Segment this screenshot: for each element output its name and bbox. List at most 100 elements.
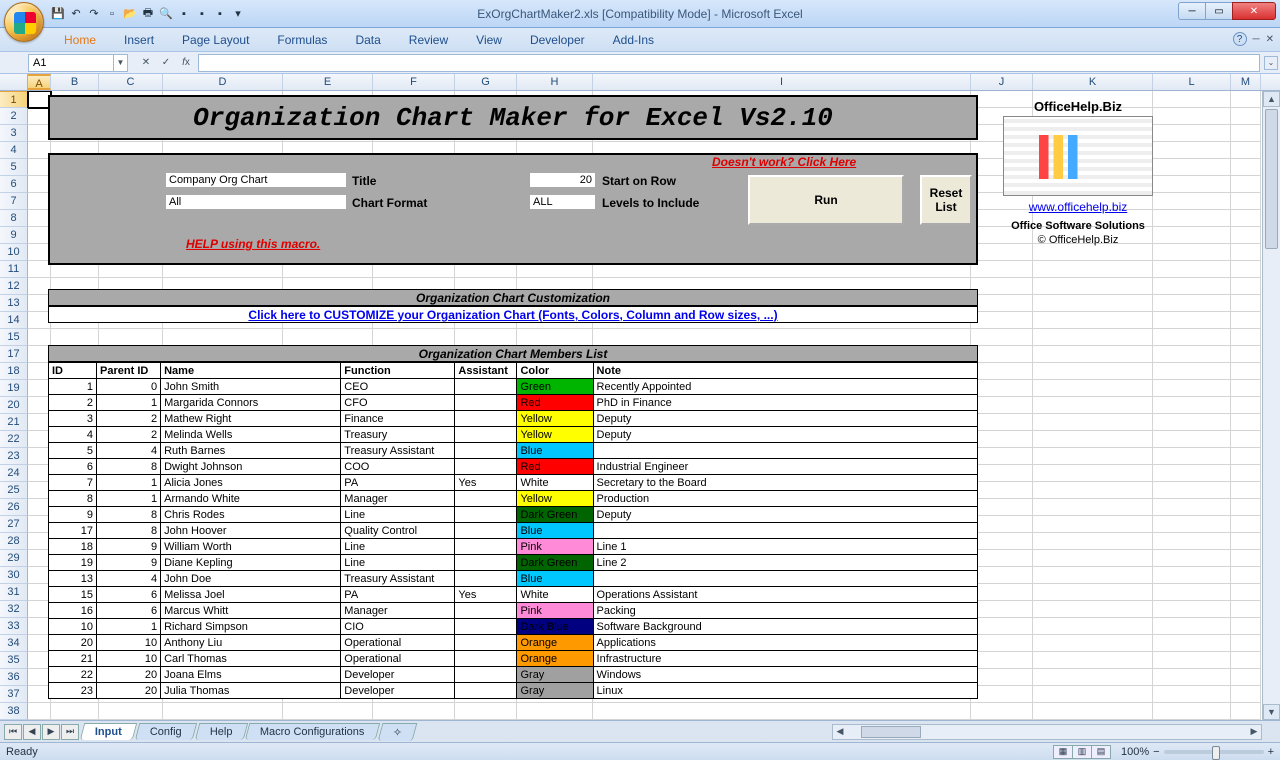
cell[interactable] <box>373 329 455 346</box>
cell[interactable] <box>1153 516 1231 533</box>
ribbon-tab-add-ins[interactable]: Add-Ins <box>599 29 668 51</box>
scroll-right-icon[interactable]: ▶ <box>1247 725 1261 739</box>
cell[interactable] <box>1231 669 1261 686</box>
expand-formula-bar-icon[interactable]: ⌄ <box>1264 56 1278 70</box>
cell[interactable] <box>593 329 971 346</box>
cell[interactable] <box>1153 431 1231 448</box>
cell[interactable] <box>1153 278 1231 295</box>
scroll-up-icon[interactable]: ▲ <box>1263 91 1280 107</box>
cell[interactable] <box>971 618 1033 635</box>
row-header[interactable]: 13 <box>0 295 28 312</box>
row-header[interactable]: 30 <box>0 567 28 584</box>
cell[interactable] <box>1231 346 1261 363</box>
row-header[interactable]: 8 <box>0 210 28 227</box>
cell[interactable] <box>1231 482 1261 499</box>
cell[interactable] <box>1033 397 1153 414</box>
levels-input[interactable] <box>530 195 595 209</box>
cell[interactable] <box>1153 397 1231 414</box>
qat-icon[interactable]: ▪ <box>176 6 192 22</box>
cell[interactable] <box>1033 448 1153 465</box>
vertical-scrollbar[interactable]: ▲ ▼ <box>1262 91 1280 720</box>
row-header[interactable]: 6 <box>0 176 28 193</box>
col-header-I[interactable]: I <box>593 74 971 90</box>
cell[interactable] <box>1153 91 1231 108</box>
open-icon[interactable]: 📂 <box>122 6 138 22</box>
row-header[interactable]: 2 <box>0 108 28 125</box>
cell[interactable] <box>971 244 1033 261</box>
table-row[interactable]: 42Melinda WellsTreasuryYellowDeputy <box>49 427 978 443</box>
cell[interactable] <box>1231 567 1261 584</box>
format-input[interactable] <box>166 195 346 209</box>
cell[interactable] <box>1231 210 1261 227</box>
table-row[interactable]: 71Alicia JonesPAYesWhiteSecretary to the… <box>49 475 978 491</box>
row-header[interactable]: 7 <box>0 193 28 210</box>
cell[interactable] <box>1231 516 1261 533</box>
cell[interactable] <box>28 329 51 346</box>
cell[interactable] <box>51 703 99 720</box>
cell[interactable] <box>51 329 99 346</box>
cell[interactable] <box>1153 686 1231 703</box>
row-header[interactable]: 11 <box>0 261 28 278</box>
cell[interactable] <box>971 295 1033 312</box>
brand-url-link[interactable]: www.officehelp.biz <box>1029 200 1128 214</box>
cell[interactable] <box>971 669 1033 686</box>
cell[interactable] <box>1231 312 1261 329</box>
cell[interactable] <box>1033 312 1153 329</box>
row-header[interactable]: 9 <box>0 227 28 244</box>
col-header-L[interactable]: L <box>1153 74 1231 90</box>
cell[interactable] <box>1153 346 1231 363</box>
tab-first-icon[interactable]: ⏮ <box>4 724 22 740</box>
scroll-down-icon[interactable]: ▼ <box>1263 704 1280 720</box>
cell[interactable] <box>1231 193 1261 210</box>
row-header[interactable]: 38 <box>0 703 28 720</box>
tab-next-icon[interactable]: ▶ <box>42 724 60 740</box>
cell[interactable] <box>1033 584 1153 601</box>
cell[interactable] <box>1231 448 1261 465</box>
cell[interactable] <box>1231 159 1261 176</box>
worksheet-grid[interactable]: ABCDEFGHIJKLM 12345678910111213141517181… <box>0 74 1280 720</box>
cell[interactable] <box>1033 669 1153 686</box>
col-header-J[interactable]: J <box>971 74 1033 90</box>
cell[interactable] <box>1231 295 1261 312</box>
cell[interactable] <box>1153 533 1231 550</box>
row-header[interactable]: 37 <box>0 686 28 703</box>
col-header-M[interactable]: M <box>1231 74 1261 90</box>
print-icon[interactable]: 🖶 <box>140 6 156 22</box>
cell[interactable] <box>1033 244 1153 261</box>
cell[interactable] <box>1231 142 1261 159</box>
cell[interactable] <box>517 329 593 346</box>
row-header[interactable]: 27 <box>0 516 28 533</box>
row-header[interactable]: 12 <box>0 278 28 295</box>
cell[interactable] <box>1231 499 1261 516</box>
table-row[interactable]: 189William WorthLinePinkLine 1 <box>49 539 978 555</box>
cell[interactable] <box>1153 142 1231 159</box>
cell[interactable] <box>971 635 1033 652</box>
row-header[interactable]: 4 <box>0 142 28 159</box>
ribbon-tab-view[interactable]: View <box>462 29 516 51</box>
cell[interactable] <box>1153 108 1231 125</box>
cell[interactable] <box>283 329 373 346</box>
row-header[interactable]: 3 <box>0 125 28 142</box>
row-header[interactable]: 24 <box>0 465 28 482</box>
cell[interactable] <box>1231 635 1261 652</box>
cell[interactable] <box>1231 329 1261 346</box>
cell[interactable] <box>1153 669 1231 686</box>
col-header-A[interactable]: A <box>28 74 51 90</box>
row-header[interactable]: 5 <box>0 159 28 176</box>
cell[interactable] <box>971 448 1033 465</box>
zoom-in-icon[interactable]: + <box>1268 746 1274 758</box>
col-header-C[interactable]: C <box>99 74 163 90</box>
cell[interactable] <box>1231 380 1261 397</box>
cell[interactable] <box>1153 363 1231 380</box>
cell[interactable] <box>1231 703 1261 720</box>
new-icon[interactable]: ▫ <box>104 6 120 22</box>
table-row[interactable]: 54Ruth BarnesTreasury AssistantBlue <box>49 443 978 459</box>
scroll-left-icon[interactable]: ◀ <box>833 725 847 739</box>
start-row-input[interactable] <box>530 173 595 187</box>
row-header[interactable]: 10 <box>0 244 28 261</box>
name-box-dropdown-icon[interactable]: ▼ <box>113 55 127 71</box>
cell[interactable] <box>1033 363 1153 380</box>
row-header[interactable]: 36 <box>0 669 28 686</box>
row-header[interactable]: 22 <box>0 431 28 448</box>
cell[interactable] <box>1153 159 1231 176</box>
